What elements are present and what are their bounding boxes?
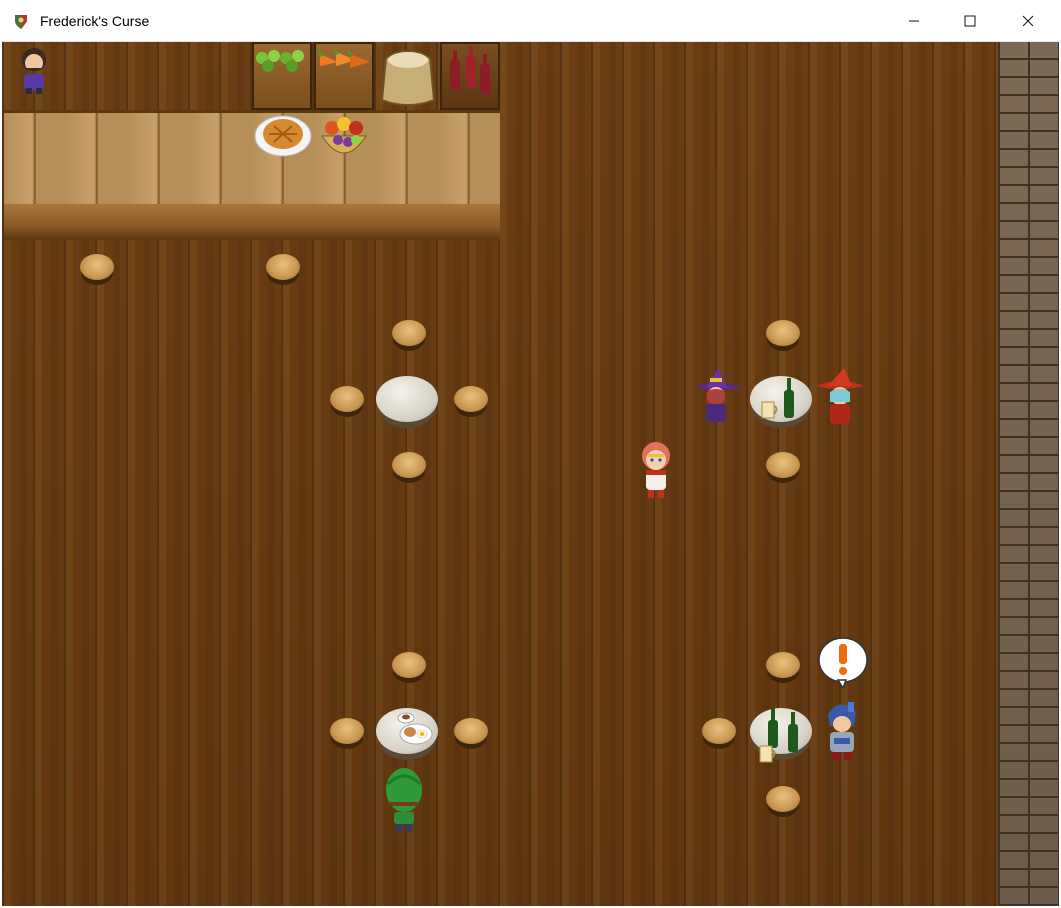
- shopkeeper-icon: [22, 48, 46, 94]
- stool: [702, 718, 736, 744]
- fruit-basket-icon: [321, 117, 367, 154]
- mage-sprite[interactable]: [814, 366, 864, 424]
- stool: [330, 386, 364, 412]
- bar-counter-ledge: [4, 204, 500, 240]
- game-viewport[interactable]: [2, 42, 1059, 906]
- witch-sprite[interactable]: [692, 368, 742, 422]
- window-title: Frederick's Curse: [40, 13, 150, 29]
- maximize-icon: [964, 15, 976, 27]
- minimize-icon: [909, 20, 919, 22]
- carrot-crate-icon: [316, 48, 370, 68]
- exclamation-icon: [818, 637, 868, 690]
- stone-wall: [998, 42, 1059, 906]
- title-bar: Frederick's Curse: [0, 0, 1061, 42]
- green-hair-sprite[interactable]: [384, 764, 422, 832]
- fruit-basket: [316, 108, 372, 173]
- mage-icon: [816, 368, 864, 424]
- app-icon: [15, 15, 27, 29]
- plate-food-icon: [397, 712, 433, 745]
- apple-crate: [252, 42, 312, 110]
- grain-sack-icon: [380, 50, 436, 106]
- exclamation-bubble-icon: [816, 636, 868, 690]
- stool: [330, 718, 364, 744]
- heroine-icon: [642, 442, 670, 498]
- knight-icon: [828, 702, 856, 760]
- back-shelves: [2, 42, 500, 112]
- stool: [392, 452, 426, 478]
- plate-food: [394, 710, 434, 751]
- carrot-crate: [314, 42, 374, 110]
- beer-mug: [760, 398, 780, 425]
- wine-bottle: [786, 710, 800, 759]
- stool: [766, 652, 800, 678]
- stool: [392, 320, 426, 346]
- round-table: [376, 376, 438, 422]
- close-button[interactable]: [1005, 0, 1051, 42]
- wine-rack-icon: [450, 46, 490, 94]
- wine-bottle-icon: [788, 712, 798, 752]
- apple-crate-icon: [256, 50, 304, 72]
- beer-mug: [758, 742, 778, 769]
- green-hair-icon: [386, 768, 422, 832]
- stool: [766, 452, 800, 478]
- bar-counter: [4, 110, 500, 206]
- shopkeeper-sprite[interactable]: [16, 46, 52, 94]
- minimize-button[interactable]: [891, 0, 937, 42]
- wine-bottle-icon: [784, 378, 794, 418]
- stool: [766, 786, 800, 812]
- pie-icon: [254, 115, 312, 157]
- knight-sprite[interactable]: [820, 698, 856, 760]
- witch-icon: [694, 368, 742, 422]
- beer-mug-icon: [761, 401, 778, 419]
- stool: [766, 320, 800, 346]
- stool: [266, 254, 300, 280]
- wine-rack: [440, 42, 500, 110]
- maximize-button[interactable]: [947, 0, 993, 42]
- stool: [454, 386, 488, 412]
- grain-sack: [378, 44, 438, 113]
- pie: [254, 112, 312, 163]
- stool: [80, 254, 114, 280]
- beer-mug-icon: [759, 745, 776, 763]
- wine-bottle: [782, 376, 796, 425]
- close-icon: [1022, 15, 1034, 27]
- stool: [392, 652, 426, 678]
- heroine-sprite[interactable]: [636, 440, 672, 498]
- stool: [454, 718, 488, 744]
